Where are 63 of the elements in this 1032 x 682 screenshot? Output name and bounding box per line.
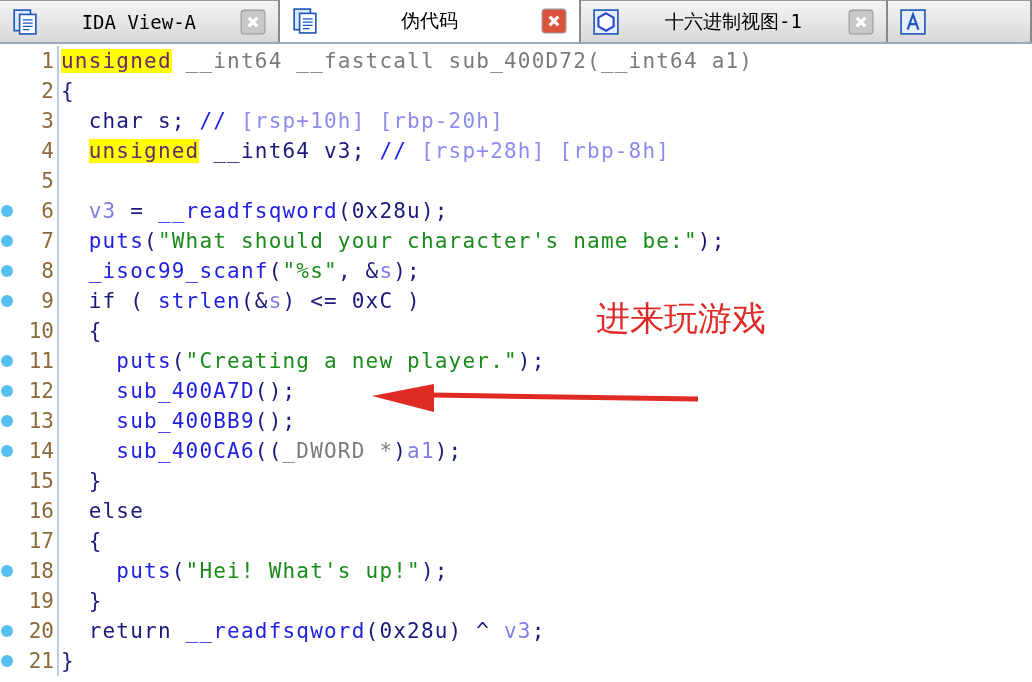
- tab[interactable]: [887, 0, 1032, 42]
- code-line: char s; // [rsp+10h] [rbp-20h]: [87, 109, 504, 133]
- annotation-text: 进来玩游戏: [596, 297, 766, 340]
- close-icon[interactable]: [541, 8, 568, 34]
- line-number: 13: [14, 406, 59, 436]
- breakpoint-dot[interactable]: [1, 625, 13, 637]
- line-number: 19: [14, 586, 59, 616]
- code-line: {: [60, 79, 75, 103]
- line-number: 17: [14, 526, 59, 556]
- line-number: 10: [14, 316, 59, 346]
- line-number: 7: [14, 226, 59, 256]
- code-line: sub_400A7D();: [115, 379, 297, 403]
- code-line: sub_400BB9();: [115, 409, 297, 433]
- code-line: if ( strlen(&s) <= 0xC ): [87, 289, 421, 313]
- code-line: }: [87, 469, 103, 493]
- code-line: return __readfsqword(0x28u) ^ v3;: [87, 619, 546, 643]
- line-number: 18: [14, 556, 59, 586]
- document-icon: [291, 8, 318, 34]
- close-icon[interactable]: [847, 8, 874, 35]
- breakpoint-dot[interactable]: [1, 265, 13, 277]
- document-icon: [12, 8, 38, 35]
- breakpoint-dot[interactable]: [1, 565, 13, 577]
- line-number: 12: [14, 376, 59, 406]
- line-number: 15: [14, 466, 59, 496]
- code-line: unsigned __int64 __fastcall sub_400D72(__int64 a1): [60, 49, 754, 73]
- breakpoint-dot[interactable]: [1, 415, 13, 427]
- struct-icon: [899, 8, 926, 35]
- line-number: 11: [14, 346, 59, 376]
- breakpoint-dot[interactable]: [1, 295, 13, 307]
- code-line: v3 = __readfsqword(0x28u);: [87, 199, 449, 223]
- line-number: 9: [14, 286, 59, 316]
- line-number: 8: [14, 256, 59, 286]
- line-number: 3: [14, 106, 59, 136]
- tab[interactable]: 十六进制视图-1: [581, 0, 888, 42]
- close-icon[interactable]: [239, 8, 266, 35]
- code-line: _isoc99_scanf("%s", &s);: [87, 259, 421, 283]
- line-number: 5: [14, 166, 59, 196]
- breakpoint-dot[interactable]: [1, 445, 13, 457]
- breakpoint-dot[interactable]: [1, 355, 13, 367]
- code-line: {: [87, 319, 103, 343]
- line-number: 20: [14, 616, 59, 646]
- line-number: 14: [14, 436, 59, 466]
- code-line: {: [87, 529, 103, 553]
- breakpoint-dot[interactable]: [1, 655, 13, 667]
- code-line: puts("What should your character's name be:");: [87, 229, 726, 253]
- code-line: puts("Creating a new player.");: [115, 349, 546, 373]
- tab[interactable]: IDA View-A: [0, 0, 280, 42]
- tab[interactable]: 伪代码: [279, 0, 582, 42]
- breakpoint-dot[interactable]: [1, 235, 13, 247]
- code-line: puts("Hei! What's up!");: [115, 559, 449, 583]
- code-line: }: [60, 649, 75, 673]
- code-line: sub_400CA6((_DWORD *)a1);: [115, 439, 463, 463]
- code-line: }: [87, 589, 103, 613]
- breakpoint-dot[interactable]: [1, 385, 13, 397]
- code-line: unsigned __int64 v3; // [rsp+28h] [rbp-8h]: [87, 139, 671, 163]
- line-number: 21: [14, 646, 59, 676]
- breakpoint-dot[interactable]: [1, 205, 13, 217]
- line-number: 4: [14, 136, 59, 166]
- line-number: 16: [14, 496, 59, 526]
- line-number: 6: [14, 196, 59, 226]
- line-number: 2: [14, 76, 59, 106]
- line-number: 1: [14, 46, 59, 76]
- code-line: else: [87, 499, 145, 523]
